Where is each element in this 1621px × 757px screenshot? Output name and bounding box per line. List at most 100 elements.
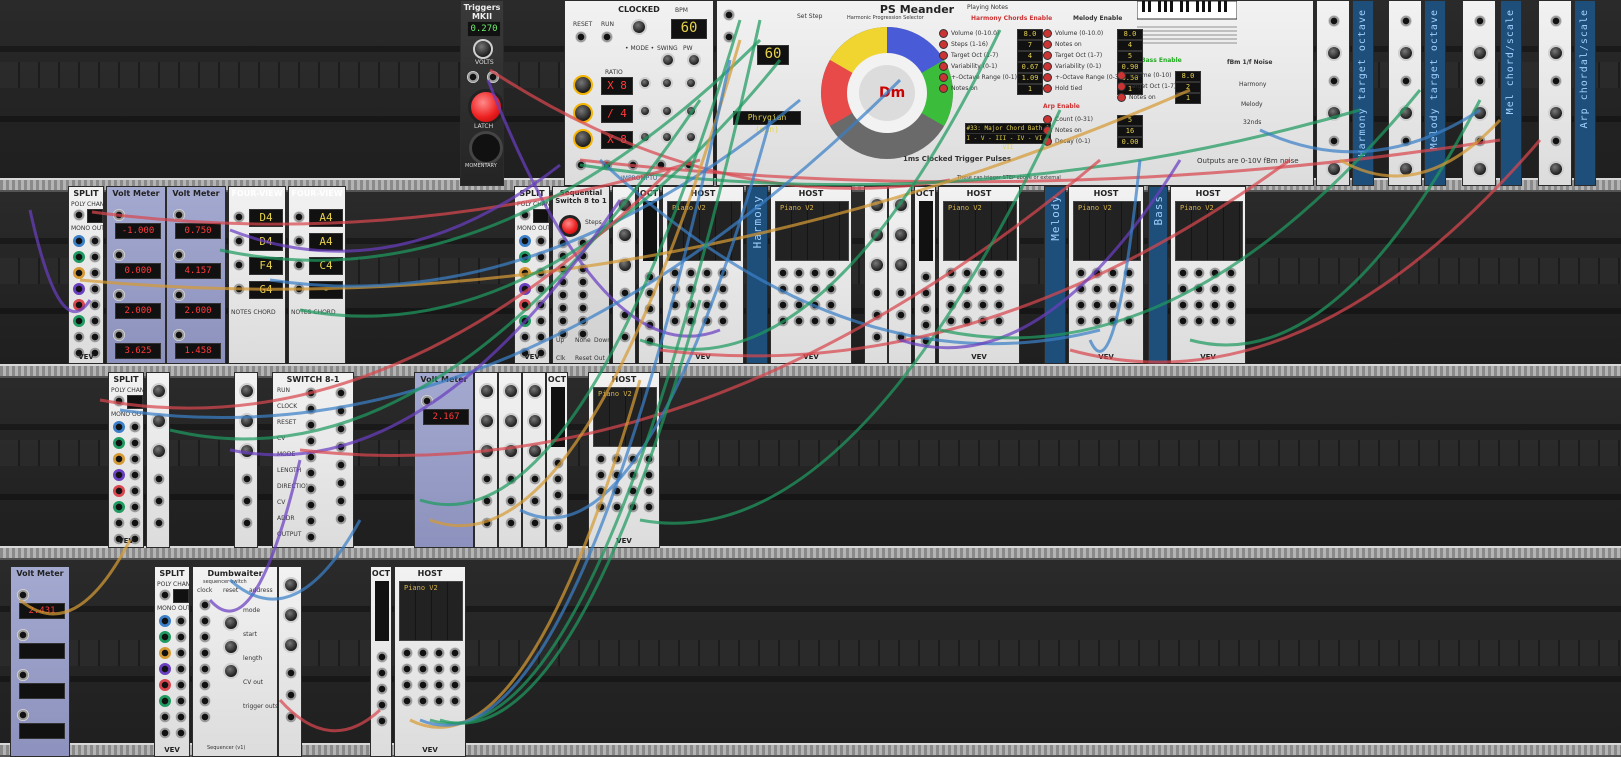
oct-jack[interactable] <box>920 287 932 299</box>
switch-input-jack[interactable] <box>577 237 589 249</box>
lfo-knob[interactable] <box>151 443 167 459</box>
dumbwaiter-knob[interactable] <box>223 663 239 679</box>
lfo-knob[interactable] <box>869 197 885 213</box>
lfo-module[interactable] <box>612 186 636 364</box>
mono-out-jack[interactable] <box>519 251 531 263</box>
host-param-jack[interactable] <box>793 299 805 311</box>
host-param-jack[interactable] <box>701 315 713 327</box>
voltage-in-jack[interactable] <box>173 249 185 261</box>
parameter-knob[interactable] <box>1043 40 1052 49</box>
host-param-jack[interactable] <box>627 469 639 481</box>
mono-out-jack[interactable] <box>113 453 125 465</box>
host-param-jack[interactable] <box>401 663 413 675</box>
cv-jack[interactable] <box>1474 135 1486 147</box>
host-param-jack[interactable] <box>809 299 821 311</box>
run-out-jack[interactable] <box>601 159 613 171</box>
cv-jack[interactable] <box>1328 15 1340 27</box>
parameter-knob[interactable] <box>939 84 948 93</box>
mono-out-jack[interactable] <box>129 517 141 529</box>
host-param-jack[interactable] <box>1177 267 1189 279</box>
host-param-jack[interactable] <box>449 695 461 707</box>
mono-out-jack[interactable] <box>73 331 85 343</box>
mono-out-jack[interactable] <box>519 283 531 295</box>
host-param-jack[interactable] <box>977 267 989 279</box>
host-module[interactable]: HOST Piano V2 VEV <box>1068 186 1144 364</box>
level-knob[interactable] <box>1472 161 1488 177</box>
dumbwaiter-knob[interactable] <box>223 639 239 655</box>
level-knob[interactable] <box>1548 45 1564 61</box>
host-param-jack[interactable] <box>611 485 623 497</box>
mono-out-jack[interactable] <box>175 647 187 659</box>
voltage-in-jack[interactable] <box>113 209 125 221</box>
switch81-module[interactable]: SWITCH 8-1 RUN CLOCK RESET CV MODE LENGTH DIREC… <box>272 372 354 548</box>
lfo-knob[interactable] <box>893 257 909 273</box>
lfo-knob[interactable] <box>893 197 909 213</box>
host-param-jack[interactable] <box>1075 267 1087 279</box>
host-param-jack[interactable] <box>643 453 655 465</box>
mono-out-jack[interactable] <box>535 251 547 263</box>
oct-jack[interactable] <box>552 489 564 501</box>
level-knob[interactable] <box>1326 45 1342 61</box>
mono-out-jack[interactable] <box>159 615 171 627</box>
pw-knob-1[interactable] <box>661 77 673 89</box>
lfo-module[interactable] <box>474 372 498 548</box>
host-param-jack[interactable] <box>449 679 461 691</box>
host-param-jack[interactable] <box>685 283 697 295</box>
mono-out-jack[interactable] <box>113 501 125 513</box>
level-knob[interactable] <box>1472 105 1488 121</box>
note-in-jack[interactable] <box>293 283 305 295</box>
oct-jack[interactable] <box>376 699 388 711</box>
reset-jack[interactable] <box>575 31 587 43</box>
oct-jack[interactable] <box>920 335 932 347</box>
host-param-jack[interactable] <box>417 663 429 675</box>
lfo-knob[interactable] <box>151 383 167 399</box>
lfo-module[interactable] <box>864 186 888 364</box>
mono-out-jack[interactable] <box>89 235 101 247</box>
parameter-knob[interactable] <box>1043 115 1052 124</box>
lfo-jack[interactable] <box>241 517 253 529</box>
host-param-jack[interactable] <box>685 315 697 327</box>
host-param-jack[interactable] <box>1209 267 1221 279</box>
mono-out-jack[interactable] <box>175 631 187 643</box>
lfo-jack[interactable] <box>619 331 631 343</box>
voltage-in-jack[interactable] <box>113 329 125 341</box>
switch-input-jack[interactable] <box>577 263 589 275</box>
oct-jack[interactable] <box>552 473 564 485</box>
mono-out-jack[interactable] <box>175 663 187 675</box>
dumbwaiter-jack[interactable] <box>199 679 211 691</box>
oct-jack[interactable] <box>552 457 564 469</box>
switch81-jack[interactable] <box>305 467 317 479</box>
host-param-jack[interactable] <box>401 679 413 691</box>
mono-out-jack[interactable] <box>535 235 547 247</box>
parameter-knob[interactable] <box>939 51 948 60</box>
pw-knob-3[interactable] <box>661 131 673 143</box>
lfo-jack[interactable] <box>505 517 517 529</box>
switch81-input-jack[interactable] <box>335 495 347 507</box>
lfo-module[interactable] <box>498 372 522 548</box>
run-jack[interactable] <box>723 9 735 21</box>
lfo-module[interactable] <box>888 186 912 364</box>
oct-jack[interactable] <box>644 319 656 331</box>
lfo-knob[interactable] <box>869 227 885 243</box>
mono-out-jack[interactable] <box>113 469 125 481</box>
delay-knob-3[interactable] <box>685 131 697 143</box>
steps-knob[interactable] <box>559 215 581 237</box>
lfo-jack[interactable] <box>505 495 517 507</box>
voltage-in-jack[interactable] <box>17 589 29 601</box>
host-param-jack[interactable] <box>433 679 445 691</box>
switch-input-jack[interactable] <box>577 315 589 327</box>
host-param-jack[interactable] <box>945 267 957 279</box>
lfo-jack[interactable] <box>285 689 297 701</box>
host-param-jack[interactable] <box>777 299 789 311</box>
host-param-jack[interactable] <box>449 647 461 659</box>
host-param-jack[interactable] <box>945 299 957 311</box>
switch81-input-jack[interactable] <box>335 459 347 471</box>
host-param-jack[interactable] <box>717 267 729 279</box>
delay-knob-1[interactable] <box>685 77 697 89</box>
switch-input-jack[interactable] <box>557 276 569 288</box>
host-param-jack[interactable] <box>777 267 789 279</box>
host-param-jack[interactable] <box>1193 283 1205 295</box>
host-param-jack[interactable] <box>433 695 445 707</box>
host-param-jack[interactable] <box>1075 315 1087 327</box>
lfo-jack[interactable] <box>871 287 883 299</box>
